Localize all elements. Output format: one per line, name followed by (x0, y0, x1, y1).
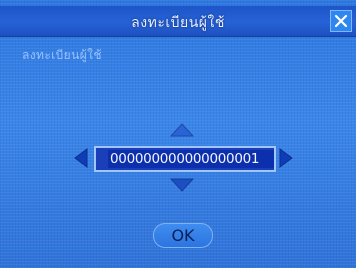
ok-button[interactable]: OK (153, 223, 213, 248)
arrow-down-icon (169, 178, 195, 192)
close-button[interactable] (330, 10, 352, 32)
arrow-left-icon (74, 148, 88, 168)
title-bar: ลงทะเบียนผู้ใช้ (0, 6, 356, 37)
dialog-title: ลงทะเบียนผู้ใช้ (131, 15, 225, 31)
dialog-window: ลงทะเบียนผู้ใช้ ลงทะเบียนผู้ใช้ 00000000… (0, 0, 356, 268)
arrow-up-icon (169, 123, 195, 137)
field-label: ลงทะเบียนผู้ใช้ (22, 48, 102, 62)
arrow-right-button[interactable] (279, 148, 293, 172)
arrow-down-button[interactable] (169, 177, 195, 196)
arrow-left-button[interactable] (74, 148, 88, 172)
close-icon (334, 14, 348, 28)
arrow-up-button[interactable] (169, 122, 195, 141)
arrow-right-icon (279, 148, 293, 168)
user-id-input[interactable]: 000000000000000001 (108, 150, 274, 168)
